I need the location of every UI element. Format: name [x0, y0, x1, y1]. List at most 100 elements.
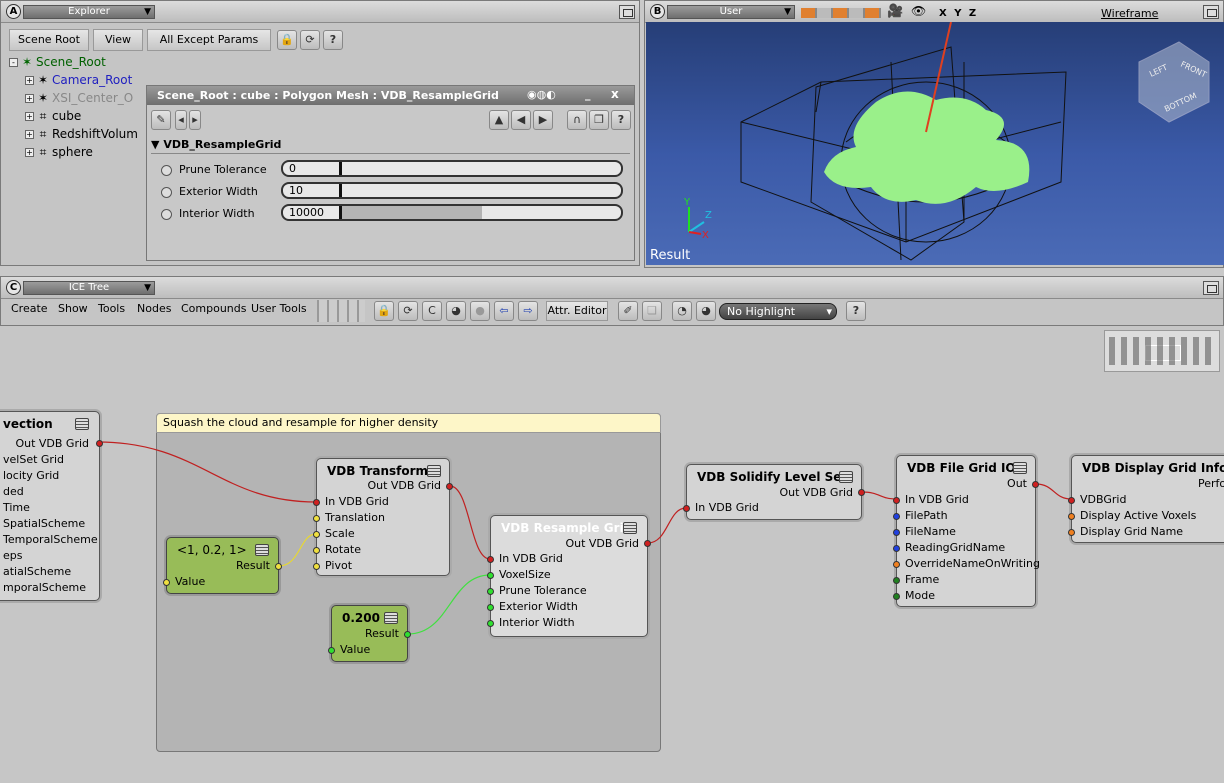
output-port-dot[interactable]: [1032, 481, 1039, 488]
output-port-dot[interactable]: [858, 489, 865, 496]
tree-item-cube[interactable]: + ⌗ cube: [25, 108, 81, 124]
expand-icon[interactable]: +: [25, 76, 34, 85]
lock-icon[interactable]: 🔒: [374, 301, 394, 321]
help-icon[interactable]: ?: [323, 30, 343, 50]
magnet-icon[interactable]: ∩: [567, 110, 587, 130]
filter-button[interactable]: All Except Params: [147, 29, 271, 51]
tree-item-sphere[interactable]: + ⌗ sphere: [25, 144, 93, 160]
input-port-dot[interactable]: [893, 497, 900, 504]
input-port-dot[interactable]: [893, 529, 900, 536]
expand-icon[interactable]: +: [25, 148, 34, 157]
vdb-file-grid-io-node[interactable]: VDB File Grid IO Out In VDB Grid FilePat…: [893, 455, 1040, 607]
attr-editor-button[interactable]: Attr. Editor: [546, 301, 608, 321]
preset-manager-icon[interactable]: ✐: [618, 301, 638, 321]
node-menu-icon[interactable]: [839, 471, 853, 483]
input-port-dot[interactable]: [1068, 529, 1075, 536]
viewport-canvas[interactable]: LEFT FRONT BOTTOM Y Z X Result: [646, 22, 1224, 265]
lock-icon[interactable]: 🔒: [277, 30, 297, 50]
collapse-icon[interactable]: -: [9, 58, 18, 67]
camera-icon[interactable]: 🎥: [887, 4, 903, 19]
maximize-icon[interactable]: [1203, 281, 1219, 295]
input-port-dot[interactable]: [487, 572, 494, 579]
slider-value[interactable]: 0: [289, 162, 296, 175]
slider-value[interactable]: 10: [289, 184, 303, 197]
menu-user-tools[interactable]: User Tools: [251, 302, 307, 315]
back-icon[interactable]: ◀: [511, 110, 531, 130]
input-port-dot[interactable]: [313, 547, 320, 554]
refresh-icon[interactable]: ⟳: [300, 30, 320, 50]
input-port-dot[interactable]: [313, 499, 320, 506]
globe-icon[interactable]: ◍: [537, 88, 547, 101]
input-port-dot[interactable]: [313, 563, 320, 570]
up-icon[interactable]: ▲: [489, 110, 509, 130]
menu-show[interactable]: Show: [58, 302, 88, 315]
view-button[interactable]: View: [93, 29, 143, 51]
input-port-dot[interactable]: [893, 593, 900, 600]
ppg-titlebar[interactable]: Scene_Root : cube : Polygon Mesh : VDB_R…: [147, 86, 634, 105]
panel-letter-a[interactable]: A: [6, 4, 21, 19]
recycle-icon[interactable]: ◐: [546, 88, 556, 101]
input-port-dot[interactable]: [163, 579, 170, 586]
render-tree-icon[interactable]: ❏: [642, 301, 662, 321]
ppg-section-header[interactable]: ▼ VDB_ResampleGrid: [151, 138, 281, 151]
interior-width-slider[interactable]: 10000: [281, 204, 623, 221]
panel-letter-b[interactable]: B: [650, 4, 665, 19]
preview-icon[interactable]: ◕: [446, 301, 466, 321]
tree-item-scene-root[interactable]: - ✶ Scene_Root: [9, 54, 106, 70]
vdb-display-grid-info-node[interactable]: VDB Display Grid Info Perfo VDBGrid Disp…: [1068, 455, 1224, 543]
highlight-dropdown[interactable]: No Highlight ▾: [719, 303, 837, 320]
input-port-dot[interactable]: [1068, 513, 1075, 520]
back-arrow-icon[interactable]: ⇦: [494, 301, 514, 321]
ice-title-dropdown[interactable]: ICE Tree ▼: [23, 281, 155, 295]
memo-slots[interactable]: [317, 300, 365, 322]
copy-icon[interactable]: ❐: [589, 110, 609, 130]
minimize-icon[interactable]: _: [585, 88, 591, 101]
bulb-icon[interactable]: ●: [470, 301, 490, 321]
camera-dropdown[interactable]: User ▼: [667, 5, 795, 19]
input-port-dot[interactable]: [313, 531, 320, 538]
panel-letter-c[interactable]: C: [6, 280, 21, 295]
output-port-dot[interactable]: [275, 563, 282, 570]
node-menu-icon[interactable]: [75, 418, 89, 430]
output-port-dot[interactable]: [404, 631, 411, 638]
prune-tolerance-slider[interactable]: 0: [281, 160, 623, 177]
profile-timer-icon[interactable]: ◕: [696, 301, 716, 321]
node-menu-icon[interactable]: [427, 465, 441, 477]
input-port-dot[interactable]: [328, 647, 335, 654]
expand-icon[interactable]: +: [25, 112, 34, 121]
node-menu-icon[interactable]: [255, 544, 269, 556]
input-port-dot[interactable]: [487, 588, 494, 595]
output-port-dot[interactable]: [96, 440, 103, 447]
scalar-constant-node[interactable]: 0.200 Result Value: [328, 605, 411, 662]
node-menu-icon[interactable]: [1013, 462, 1027, 474]
input-port-dot[interactable]: [893, 577, 900, 584]
forward-icon[interactable]: ▶: [533, 110, 553, 130]
input-port-dot[interactable]: [893, 561, 900, 568]
close-icon[interactable]: x: [611, 87, 619, 101]
node-menu-icon[interactable]: [384, 612, 398, 624]
menu-compounds[interactable]: Compounds: [181, 302, 247, 315]
expand-icon[interactable]: +: [25, 94, 34, 103]
ice-graph-canvas[interactable]: Squash the cloud and resample for higher…: [0, 326, 1224, 783]
vdb-solidify-node[interactable]: VDB Solidify Level Set Out VDB Grid In V…: [683, 464, 865, 520]
input-port-dot[interactable]: [893, 513, 900, 520]
keying-icon[interactable]: ◉: [527, 88, 537, 101]
output-port-dot[interactable]: [446, 483, 453, 490]
vector-constant-node[interactable]: <1, 0.2, 1> Result Value: [163, 537, 282, 594]
advection-node[interactable]: vection Out VDB Grid velSet Grid locity …: [0, 411, 103, 601]
view-toggle-buttons[interactable]: [801, 8, 881, 18]
input-port-dot[interactable]: [683, 505, 690, 512]
tree-item-redshift[interactable]: + ⌗ RedshiftVolum: [25, 126, 138, 142]
input-port-dot[interactable]: [487, 556, 494, 563]
refresh-icon[interactable]: ⟳: [398, 301, 418, 321]
ice-help-icon[interactable]: ?: [846, 301, 866, 321]
preset-icon[interactable]: ✎: [151, 110, 171, 130]
explorer-title-dropdown[interactable]: Explorer ▼: [23, 5, 155, 19]
prev-icon[interactable]: ◂: [175, 110, 187, 130]
display-mode-menu[interactable]: Wireframe: [1101, 7, 1158, 20]
menu-create[interactable]: Create: [11, 302, 48, 315]
tree-item-camera-root[interactable]: + ✶ Camera_Root: [25, 72, 132, 88]
node-menu-icon[interactable]: [623, 522, 637, 534]
timer-icon[interactable]: ◔: [672, 301, 692, 321]
vdb-transform-node[interactable]: VDB Transform Out VDB Grid In VDB Grid T…: [313, 458, 453, 576]
